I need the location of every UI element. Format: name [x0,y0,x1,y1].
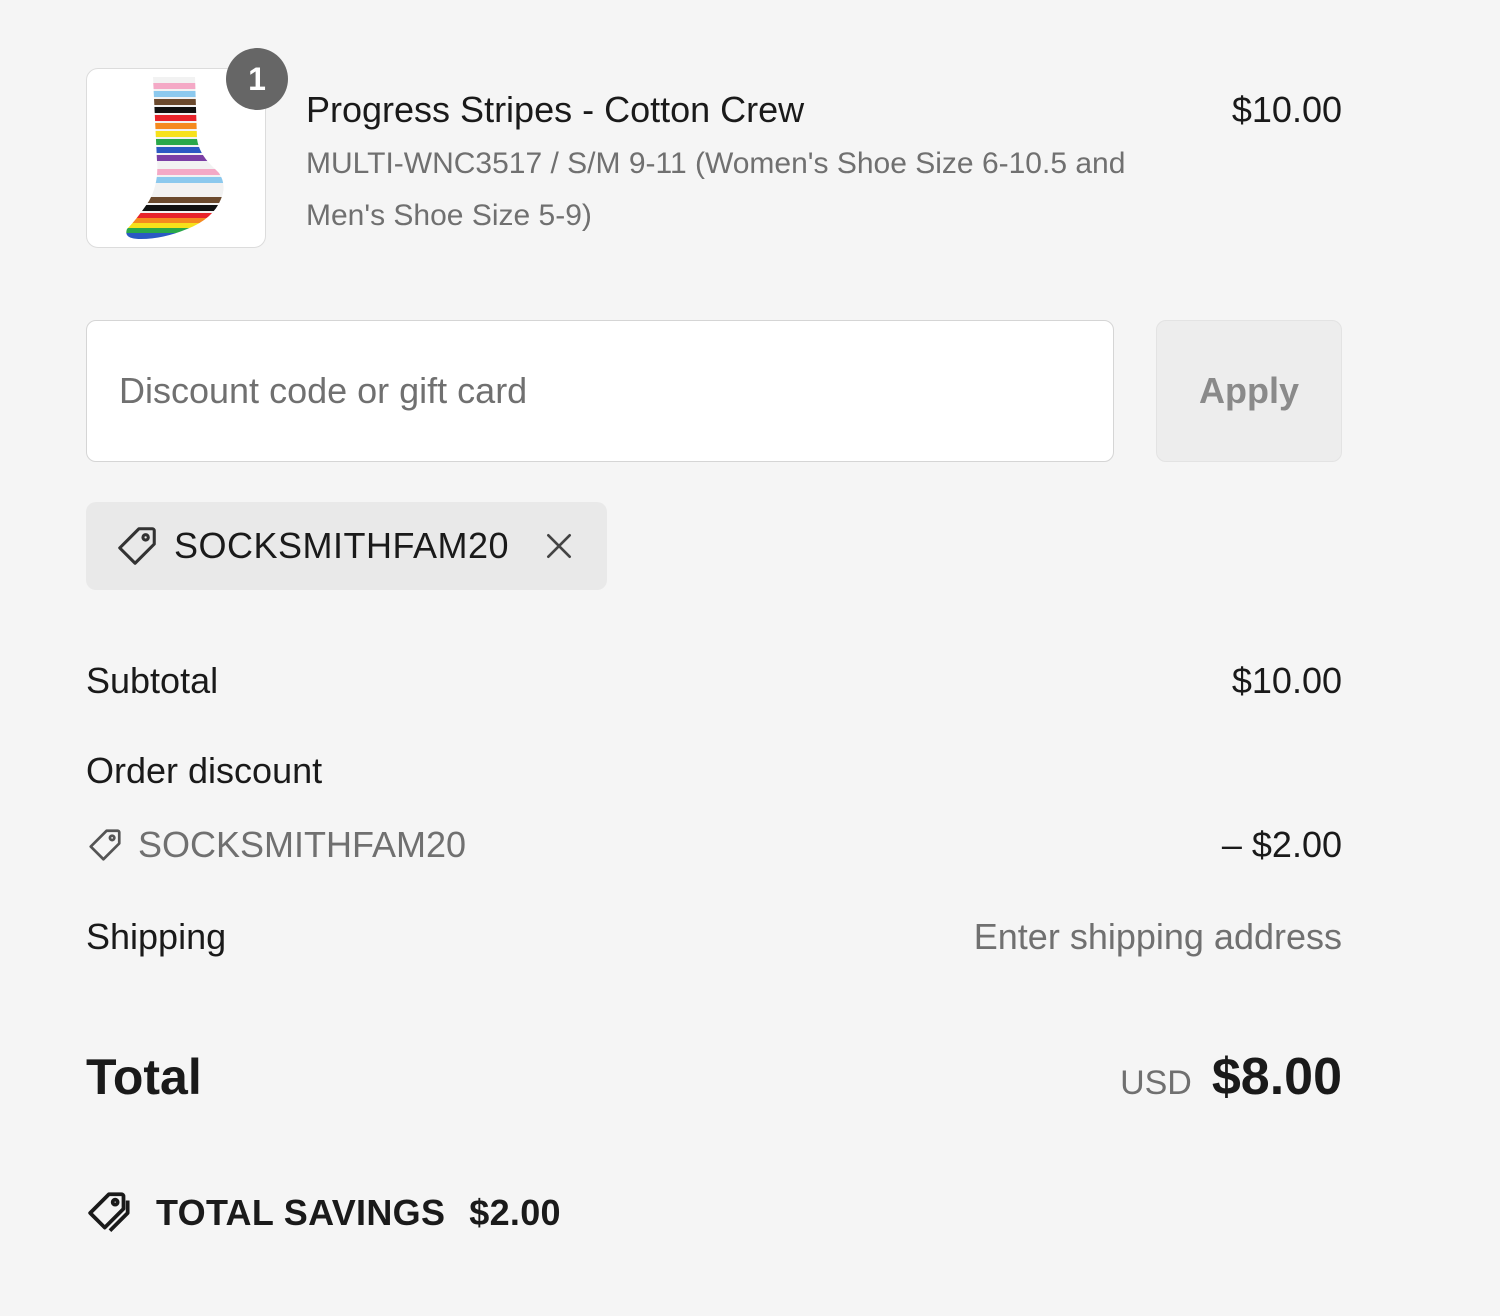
remove-discount-button[interactable] [539,526,579,566]
subtotal-label: Subtotal [86,660,219,701]
apply-button[interactable]: Apply [1156,320,1342,462]
product-info: Progress Stripes - Cotton Crew MULTI-WNC… [306,86,1166,242]
order-discount-code: SOCKSMITHFAM20 [86,824,466,866]
double-tag-icon [88,1192,130,1233]
cost-breakdown: Subtotal $10.00 Order discount SOCKSMITH… [86,656,1342,1112]
shipping-row: Shipping Enter shipping address [86,912,1342,962]
subtotal-value: $10.00 [1231,660,1342,701]
tag-icon [89,829,121,861]
order-summary: 1 Progress Stripes - Cotton Crew MULTI-W… [86,48,1342,1238]
quantity-badge: 1 [226,48,288,110]
total-currency: USD [1120,1064,1192,1102]
order-discount-value: – $2.00 [1221,824,1342,865]
total-savings-label: TOTAL SAVINGS [156,1192,446,1233]
discount-form: Apply [86,320,1342,462]
order-discount-code-label: SOCKSMITHFAM20 [138,824,467,865]
total-value: $8.00 [1211,1048,1342,1106]
total-savings: TOTAL SAVINGS $2.00 [86,1188,1342,1238]
order-discount-label: Order discount [86,750,323,791]
applied-discount-code: SOCKSMITHFAM20 [174,525,510,566]
order-discount-row: Order discount [86,746,1342,796]
product-thumbnail-wrapper: 1 [86,48,288,248]
discount-code-input[interactable] [86,320,1114,462]
subtotal-row: Subtotal $10.00 [86,656,1342,706]
total-savings-value: $2.00 [469,1192,561,1233]
shipping-value: Enter shipping address [973,916,1342,957]
total-row: Total USD $8.00 [86,1042,1342,1112]
order-discount-code-row: SOCKSMITHFAM20 – $2.00 [86,820,1342,870]
total-label: Total [86,1049,202,1105]
total-amount-group: USD $8.00 [1120,1047,1342,1107]
product-price: $10.00 [1231,89,1342,130]
close-icon [547,534,572,558]
tag-icon [118,527,156,565]
applied-discount-chip: SOCKSMITHFAM20 [86,502,608,590]
shipping-label: Shipping [86,916,227,957]
product-variant: MULTI-WNC3517 / S/M 9-11 (Women's Shoe S… [306,147,1126,232]
product-line-item: 1 Progress Stripes - Cotton Crew MULTI-W… [86,48,1342,250]
product-name: Progress Stripes - Cotton Crew [306,89,805,130]
